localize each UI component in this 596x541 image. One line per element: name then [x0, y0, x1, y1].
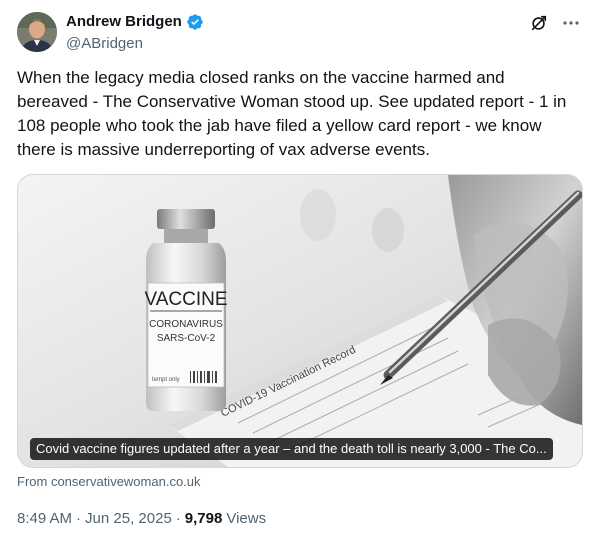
tweet: Andrew Bridgen @ABridgen When the legacy… [0, 0, 596, 541]
avatar[interactable] [17, 12, 57, 52]
grok-icon[interactable] [530, 14, 548, 32]
vial-vaccine-text: VACCINE [144, 289, 227, 310]
vial-coronavirus-text: CORONAVIRUS [149, 319, 223, 330]
views-label: Views [226, 510, 267, 527]
card-image: COVID-19 Vaccination Record VACCINE CORO… [18, 175, 582, 467]
name-row: Andrew Bridgen [66, 12, 204, 32]
vial-use-only-text: tempt only [152, 377, 180, 383]
views-count[interactable]: 9,798 [185, 509, 223, 529]
meta-separator: · [76, 510, 82, 527]
card-source[interactable]: From conservativewoman.co.uk [17, 474, 201, 490]
avatar-image [17, 12, 57, 52]
author-block: Andrew Bridgen @ABridgen [66, 12, 204, 54]
tweet-meta: 8:49 AM · Jun 25, 2025 · 9,798 Views [17, 509, 266, 529]
display-name[interactable]: Andrew Bridgen [66, 12, 182, 32]
link-card[interactable]: COVID-19 Vaccination Record VACCINE CORO… [17, 174, 583, 468]
vial-sars-text: SARS-CoV-2 [157, 333, 216, 344]
handle[interactable]: @ABridgen [66, 34, 204, 54]
meta-separator: · [175, 510, 181, 527]
tweet-date[interactable]: Jun 25, 2025 [85, 509, 172, 529]
card-title[interactable]: Covid vaccine figures updated after a ye… [30, 438, 553, 460]
tweet-text: When the legacy media closed ranks on th… [17, 68, 567, 159]
top-actions [530, 14, 580, 32]
more-icon[interactable] [562, 14, 580, 32]
verified-badge-icon[interactable] [186, 13, 204, 31]
tweet-time[interactable]: 8:49 AM [17, 509, 72, 529]
